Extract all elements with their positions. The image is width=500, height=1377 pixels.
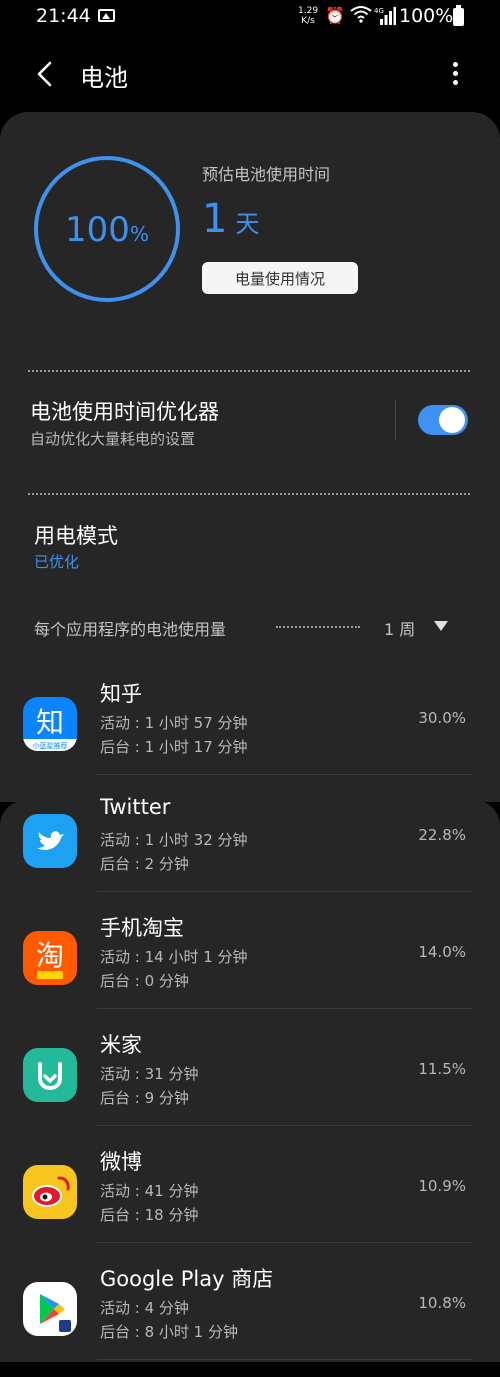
more-options-button[interactable] xyxy=(440,54,470,94)
app-active-time: 活动 : 41 分钟 xyxy=(100,1182,199,1200)
mijia-app-icon xyxy=(23,1048,77,1102)
app-background-time: 后台 : 2 分钟 xyxy=(100,855,189,873)
zhihu-badge-text: 小蓝星推荐 xyxy=(33,741,68,750)
estimate-number: 1 xyxy=(202,196,228,242)
toggle-knob xyxy=(439,407,465,433)
divider xyxy=(276,626,360,628)
estimate-unit: 天 xyxy=(235,210,260,238)
back-button[interactable] xyxy=(28,54,68,94)
power-mode-title: 用电模式 xyxy=(34,524,118,548)
app-bar: 电池 xyxy=(0,44,500,104)
app-name: 知乎 xyxy=(100,682,142,706)
page-title: 电池 xyxy=(80,64,128,92)
image-icon xyxy=(98,9,115,22)
app-usage-percent: 14.0% xyxy=(418,943,466,961)
net-speed: 1.29 K/s xyxy=(298,6,318,26)
app-background-time: 后台 : 8 小时 1 分钟 xyxy=(100,1323,238,1341)
network-type: 4G xyxy=(374,7,384,15)
app-name: 米家 xyxy=(100,1033,142,1057)
google-play-app-icon xyxy=(23,1282,77,1336)
weibo-app-icon xyxy=(23,1165,77,1219)
row-divider xyxy=(97,774,472,775)
app-usage-percent: 10.8% xyxy=(418,1294,466,1312)
power-mode-value: 已优化 xyxy=(34,553,80,571)
svg-text:知: 知 xyxy=(36,706,64,739)
row-divider xyxy=(97,1242,472,1243)
app-name: Google Play 商店 xyxy=(100,1267,274,1291)
row-divider xyxy=(97,891,472,892)
signal-icon: 4G xyxy=(374,6,396,30)
battery-level-unit: % xyxy=(129,222,149,246)
vertical-divider xyxy=(395,400,396,440)
app-active-time: 活动 : 14 小时 1 分钟 xyxy=(100,948,248,966)
estimate-label: 预估电池使用时间 xyxy=(202,165,331,184)
optimizer-subtitle: 自动优化大量耗电的设置 xyxy=(30,430,196,448)
more-vert-icon xyxy=(453,62,458,67)
per-app-usage-label: 每个应用程序的电池使用量 xyxy=(34,620,227,639)
app-usage-percent: 11.5% xyxy=(418,1060,466,1078)
app-active-time: 活动 : 31 分钟 xyxy=(100,1065,199,1083)
divider xyxy=(28,370,470,372)
twitter-app-icon xyxy=(23,814,77,868)
battery-settings-screen: 21:44 1.29 K/s ⏰ 4G 100% 电池 100% 预估电池使用时… xyxy=(0,0,500,1362)
net-speed-value: 1.29 xyxy=(298,6,319,16)
taobao-app-icon: 淘 xyxy=(23,931,77,985)
app-usage-percent: 22.8% xyxy=(418,826,466,844)
app-name: 微博 xyxy=(100,1150,142,1174)
period-value: 1 周 xyxy=(384,620,416,639)
battery-icon xyxy=(453,5,464,26)
wifi-icon xyxy=(350,5,372,27)
app-usage-percent: 10.9% xyxy=(418,1177,466,1195)
app-usage-percent: 30.0% xyxy=(418,709,466,727)
row-divider xyxy=(97,1359,472,1360)
net-speed-unit: K/s xyxy=(301,16,315,26)
row-divider xyxy=(97,1008,472,1009)
app-active-time: 活动 : 4 分钟 xyxy=(100,1299,189,1317)
battery-usage-button[interactable]: 电量使用情况 xyxy=(202,262,358,294)
app-active-time: 活动 : 1 小时 32 分钟 xyxy=(100,831,248,849)
dropdown-arrow-icon xyxy=(434,621,448,631)
app-active-time: 活动 : 1 小时 57 分钟 xyxy=(100,714,248,732)
estimate-value: 1天 xyxy=(202,196,259,242)
app-background-time: 后台 : 0 分钟 xyxy=(100,972,189,990)
status-time: 21:44 xyxy=(36,5,91,27)
app-background-time: 后台 : 18 分钟 xyxy=(100,1206,199,1224)
battery-percent-text: 100% xyxy=(399,5,454,27)
app-name: 手机淘宝 xyxy=(100,916,184,940)
status-bar: 21:44 1.29 K/s ⏰ 4G 100% xyxy=(0,0,500,34)
battery-level: 100% xyxy=(33,210,181,250)
alarm-icon: ⏰ xyxy=(325,6,345,25)
app-background-time: 后台 : 9 分钟 xyxy=(100,1089,189,1107)
zhihu-app-icon: 知小蓝星推荐 xyxy=(23,697,77,751)
back-arrow-icon xyxy=(37,61,52,87)
optimizer-toggle[interactable] xyxy=(418,405,468,435)
row-divider xyxy=(97,1125,472,1126)
divider xyxy=(28,493,470,495)
battery-level-value: 100 xyxy=(65,210,130,250)
app-name: Twitter xyxy=(100,795,171,819)
optimizer-title: 电池使用时间优化器 xyxy=(30,400,219,424)
app-background-time: 后台 : 1 小时 17 分钟 xyxy=(100,738,248,756)
svg-text:淘: 淘 xyxy=(36,939,64,972)
